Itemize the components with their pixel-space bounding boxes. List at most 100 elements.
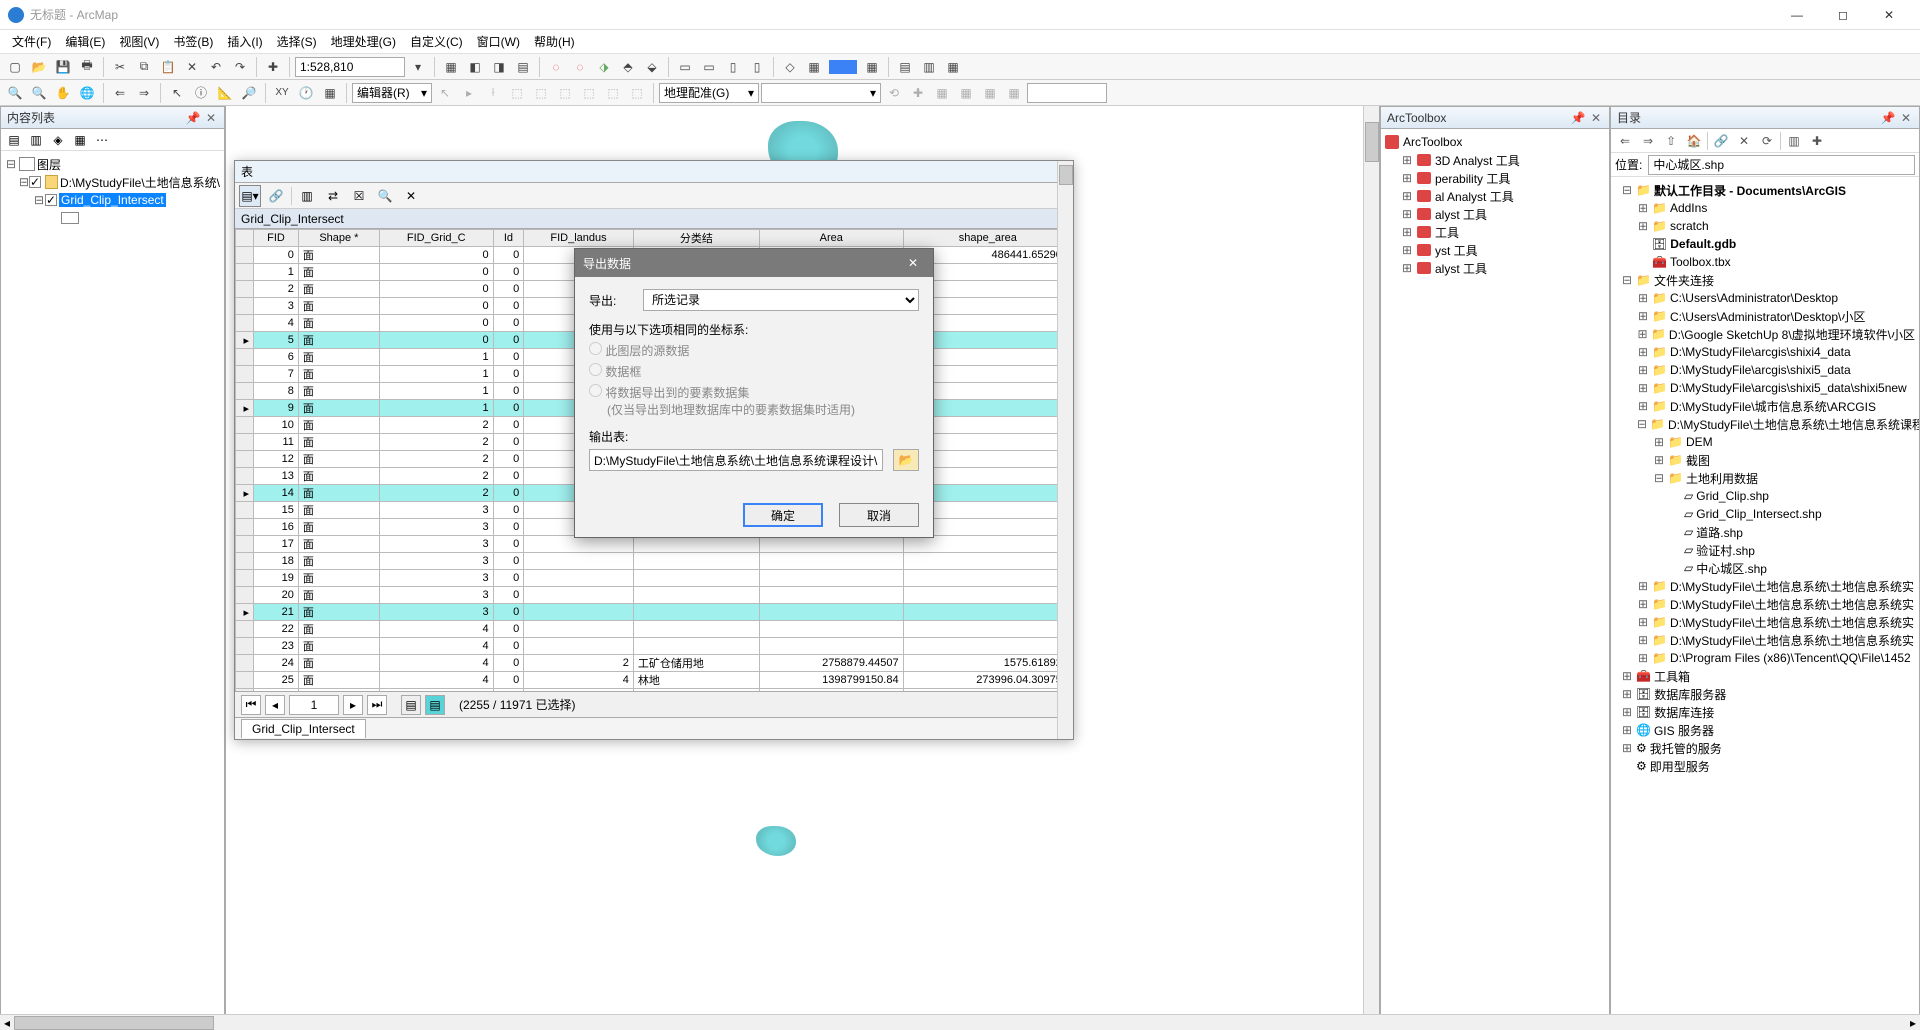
row-header[interactable] <box>236 502 254 519</box>
table-zoom-sel-icon[interactable]: 🔍 <box>374 185 396 207</box>
row-header[interactable] <box>236 264 254 281</box>
ed-1-icon[interactable]: ↖ <box>434 82 456 104</box>
misc-5-icon[interactable]: ▥ <box>918 56 940 78</box>
tree-expand[interactable]: ⊞ <box>1637 327 1648 341</box>
cell[interactable]: 面 <box>298 400 379 417</box>
cell[interactable]: 21 <box>254 604 299 621</box>
catalog-close-icon[interactable]: ✕ <box>1899 111 1913 125</box>
cell[interactable]: 林地 <box>633 672 759 689</box>
tree-layer-selected[interactable]: Grid_Clip_Intersect <box>59 193 166 207</box>
tree-expand[interactable]: ⊞ <box>1401 189 1413 203</box>
table-row[interactable]: 19面303 <box>236 570 1073 587</box>
cell[interactable]: 14 <box>254 485 299 502</box>
row-header[interactable] <box>236 315 254 332</box>
cell[interactable]: 8 <box>254 383 299 400</box>
cell[interactable]: 1398799150.84 <box>759 672 903 689</box>
catalog-item[interactable]: D:\MyStudyFile\土地信息系统\土地信息系统课程 <box>1668 416 1919 433</box>
cell[interactable]: 4 <box>524 672 634 689</box>
cell[interactable]: 4 <box>379 621 493 638</box>
tree-expand[interactable]: ⊞ <box>1637 633 1649 647</box>
cat-up-icon[interactable]: ⇧ <box>1661 131 1681 151</box>
cell[interactable]: 0 <box>493 298 524 315</box>
tool-b-icon[interactable]: ◧ <box>464 56 486 78</box>
pointer-icon[interactable]: ↖ <box>166 82 188 104</box>
cell[interactable]: 4 <box>254 315 299 332</box>
cell[interactable]: 面 <box>298 383 379 400</box>
menu-item[interactable]: 窗口(W) <box>471 31 526 52</box>
cell[interactable]: 面 <box>298 468 379 485</box>
cell[interactable]: 面 <box>298 587 379 604</box>
table-select-by-attr-icon[interactable]: ▥ <box>296 185 318 207</box>
cell[interactable]: 0 <box>379 332 493 349</box>
cell[interactable]: 0 <box>493 672 524 689</box>
cell[interactable]: 2 <box>379 417 493 434</box>
cancel-button[interactable]: 取消 <box>839 503 919 527</box>
cell[interactable]: 12 <box>254 451 299 468</box>
checkbox[interactable]: ✓ <box>45 194 57 206</box>
cell[interactable]: 1575.618928 <box>903 655 1072 672</box>
row-header[interactable] <box>236 417 254 434</box>
catalog-item[interactable]: 工具箱 <box>1654 668 1690 685</box>
nav-next-icon[interactable]: ▸ <box>343 695 363 715</box>
cell[interactable]: 8 <box>903 536 1072 553</box>
identify-icon[interactable]: ⓘ <box>190 82 212 104</box>
pan-icon[interactable]: ✋ <box>52 82 74 104</box>
cat-add-icon[interactable]: ✚ <box>1807 131 1827 151</box>
measure-icon[interactable]: 📐 <box>214 82 236 104</box>
cell[interactable]: 1 <box>254 264 299 281</box>
ed-4-icon[interactable]: ⬚ <box>506 82 528 104</box>
ok-button[interactable]: 确定 <box>743 503 823 527</box>
tree-expand[interactable]: ⊞ <box>1401 207 1413 221</box>
cell[interactable]: 25 <box>254 672 299 689</box>
tree-expand[interactable]: ⊟ <box>1637 417 1647 431</box>
catalog-item[interactable]: D:\MyStudyFile\arcgis\shixi4_data <box>1670 345 1851 359</box>
row-header[interactable] <box>236 451 254 468</box>
tool-a-icon[interactable]: ▦ <box>440 56 462 78</box>
cell[interactable]: 16 <box>254 519 299 536</box>
row-header[interactable] <box>236 655 254 672</box>
cell[interactable]: 1 <box>379 400 493 417</box>
arctoolbox-root[interactable]: ArcToolbox <box>1403 135 1462 149</box>
tree-expand[interactable]: ⊞ <box>1621 705 1633 719</box>
misc-4-icon[interactable]: ▤ <box>894 56 916 78</box>
cell[interactable]: 2 <box>524 655 634 672</box>
tree-expand[interactable]: ⊞ <box>1637 651 1649 665</box>
cell[interactable]: 0 <box>493 264 524 281</box>
cell[interactable]: 面 <box>298 621 379 638</box>
row-header[interactable] <box>236 468 254 485</box>
column-header[interactable]: shape_area <box>903 230 1072 247</box>
redo-icon[interactable]: ↷ <box>229 56 251 78</box>
cell[interactable]: 10 <box>254 417 299 434</box>
cell[interactable]: 0 <box>493 468 524 485</box>
cell[interactable]: 3 <box>379 519 493 536</box>
georef-5-icon[interactable]: ⬙ <box>641 56 663 78</box>
cell[interactable] <box>759 587 903 604</box>
tree-expand[interactable]: ⊞ <box>1621 741 1633 755</box>
table-options-icon[interactable]: ▤▾ <box>239 185 261 207</box>
cell[interactable]: 22 <box>254 621 299 638</box>
table-row[interactable]: 25面404林地1398799150.84273996.04.309753 <box>236 672 1073 689</box>
cell[interactable]: 1 <box>379 366 493 383</box>
catalog-item[interactable]: 我托管的服务 <box>1650 740 1722 757</box>
toc-pin-icon[interactable]: 📌 <box>186 111 200 125</box>
row-header[interactable] <box>236 536 254 553</box>
tree-root[interactable]: 图层 <box>37 156 61 173</box>
cell[interactable]: 0 <box>493 332 524 349</box>
cell[interactable]: 面 <box>298 281 379 298</box>
cell[interactable]: 0 <box>379 281 493 298</box>
menu-item[interactable]: 地理处理(G) <box>325 31 402 52</box>
tree-expand[interactable]: ⊞ <box>1401 153 1413 167</box>
dialog-close-icon[interactable]: ✕ <box>901 251 925 275</box>
cell[interactable]: 3 <box>379 553 493 570</box>
tree-expand[interactable]: ⊞ <box>1621 669 1633 683</box>
catalog-item[interactable]: D:\MyStudyFile\土地信息系统\土地信息系统实 <box>1670 596 1914 613</box>
toolbox-item[interactable]: 工具 <box>1435 224 1459 241</box>
cell[interactable]: 2 <box>254 281 299 298</box>
cell[interactable]: 5 <box>903 587 1072 604</box>
select-2-icon[interactable]: ▭ <box>698 56 720 78</box>
tree-expand[interactable]: ⊟ <box>33 193 45 207</box>
cell[interactable]: 0 <box>493 400 524 417</box>
ed-5-icon[interactable]: ⬚ <box>530 82 552 104</box>
cell[interactable]: 0 <box>493 536 524 553</box>
gr-6-icon[interactable]: ▦ <box>1003 82 1025 104</box>
